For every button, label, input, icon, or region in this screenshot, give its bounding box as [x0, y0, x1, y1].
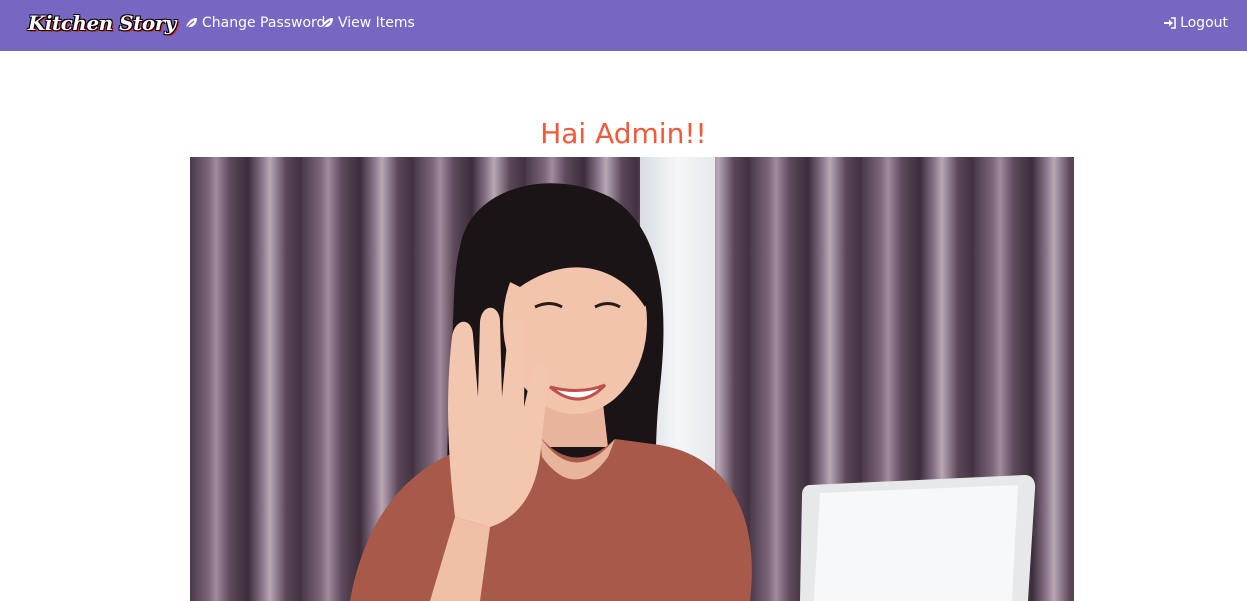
logout-label: Logout — [1180, 15, 1228, 31]
logout-button[interactable]: Logout — [1164, 15, 1228, 31]
nav-change-password[interactable]: Change Password — [185, 15, 325, 31]
greeting-heading: Hai Admin!! — [540, 117, 707, 150]
nav-view-items-label: View Items — [338, 15, 415, 31]
nav-change-password-label: Change Password — [202, 15, 326, 31]
leaf-icon — [185, 17, 198, 29]
leaf-icon — [321, 17, 334, 29]
woman-waving-illustration — [350, 183, 1036, 601]
navbar: Kitchen Story Change Password View Items… — [0, 0, 1247, 51]
nav-view-items[interactable]: View Items — [321, 15, 415, 31]
sign-in-icon — [1164, 17, 1176, 29]
welcome-image — [190, 157, 1074, 601]
brand-logo[interactable]: Kitchen Story — [28, 11, 176, 35]
